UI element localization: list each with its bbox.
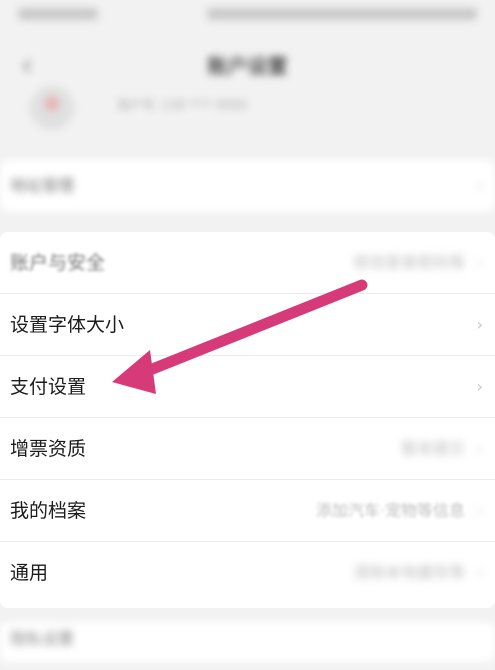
settings-item-value: 修改登录密码等	[352, 253, 465, 272]
chevron-right-icon: ›	[476, 253, 483, 272]
bottom-card[interactable]: 隐私设置	[0, 622, 495, 662]
settings-item-account-security[interactable]: 账户与安全 修改登录密码等 ›	[0, 232, 495, 294]
address-label: 地址管理	[10, 176, 75, 195]
chevron-right-icon: ›	[476, 501, 483, 520]
status-time	[18, 8, 98, 20]
profile-phone: 账户号: 138 **** 0000	[118, 98, 247, 112]
settings-item-label: 支付设置	[10, 376, 87, 398]
settings-card: 账户与安全 修改登录密码等 › 设置字体大小 › 支付设置 › 增票资质 暂未提…	[0, 232, 495, 608]
profile-section[interactable]: 账户号: 138 **** 0000	[0, 80, 495, 140]
settings-item-label: 账户与安全	[10, 252, 106, 274]
settings-item-value: 清除本地缓存等	[352, 563, 465, 582]
status-bar	[0, 0, 495, 32]
settings-item-invoice[interactable]: 增票资质 暂未提交 ›	[0, 418, 495, 480]
chevron-right-icon: ›	[476, 315, 483, 334]
settings-item-font-size[interactable]: 设置字体大小 ›	[0, 294, 495, 356]
settings-item-label: 通用	[10, 562, 49, 584]
bottom-row[interactable]: 隐私设置	[0, 608, 495, 670]
status-icons	[207, 8, 477, 20]
chevron-right-icon: ›	[476, 439, 483, 458]
settings-item-payment[interactable]: 支付设置 ›	[0, 356, 495, 418]
settings-item-label: 我的档案	[10, 500, 87, 522]
chevron-right-icon: ›	[476, 377, 483, 396]
settings-item-profile[interactable]: 我的档案 添加汽车·宠物等信息 ›	[0, 480, 495, 542]
settings-item-general[interactable]: 通用 清除本地缓存等 ›	[0, 542, 495, 604]
bottom-label: 隐私设置	[10, 629, 75, 648]
address-row[interactable]: 地址管理 ›	[0, 155, 495, 217]
chevron-right-icon: ›	[476, 563, 483, 582]
settings-item-label: 设置字体大小	[10, 314, 125, 336]
settings-item-value: 暂未提交	[400, 439, 465, 458]
settings-item-value: 添加汽车·宠物等信息	[315, 501, 465, 520]
chevron-right-icon: ›	[476, 176, 483, 195]
address-card[interactable]: 地址管理 ›	[0, 160, 495, 212]
avatar[interactable]	[30, 86, 74, 130]
settings-item-label: 增票资质	[10, 438, 87, 460]
page-title: 账户设置	[207, 54, 288, 78]
